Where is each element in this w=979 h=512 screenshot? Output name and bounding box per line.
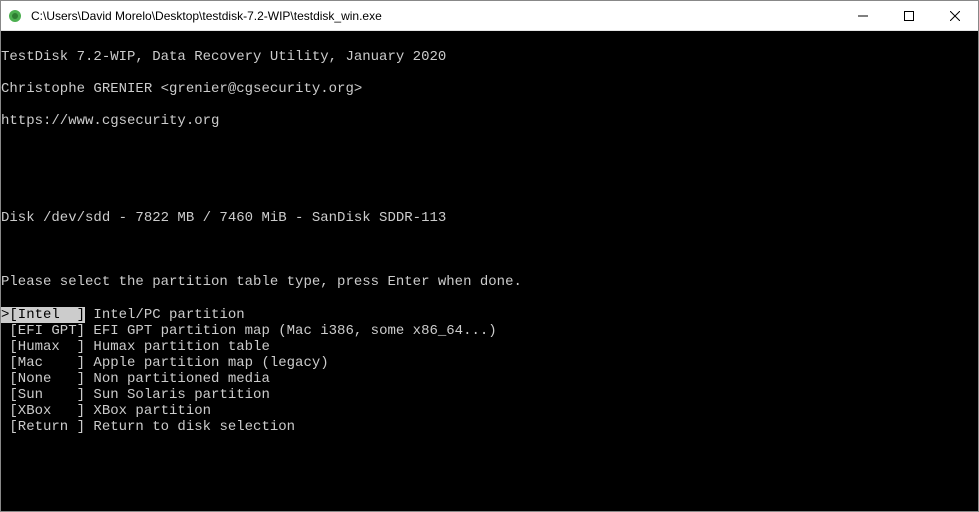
option-label: XBox partition: [85, 403, 211, 419]
option-bracket: >[Intel ]: [1, 307, 85, 323]
option-bracket: [Sun ]: [1, 387, 85, 403]
disk-info: Disk /dev/sdd - 7822 MB / 7460 MiB - San…: [1, 210, 978, 226]
option-bracket: [None ]: [1, 371, 85, 387]
minimize-icon: [858, 11, 868, 21]
header-line1: TestDisk 7.2-WIP, Data Recovery Utility,…: [1, 49, 978, 65]
blank-line: [1, 484, 978, 500]
window-title: C:\Users\David Morelo\Desktop\testdisk-7…: [29, 9, 840, 23]
option-label: Sun Solaris partition: [85, 387, 270, 403]
app-icon: [7, 8, 23, 24]
option-bracket: [Mac ]: [1, 355, 85, 371]
option-label: Return to disk selection: [85, 419, 295, 435]
partition-option[interactable]: [Mac ] Apple partition map (legacy): [1, 355, 978, 371]
option-label: Intel/PC partition: [85, 307, 245, 323]
blank-line: [1, 242, 978, 258]
partition-option[interactable]: >[Intel ] Intel/PC partition: [1, 307, 978, 323]
console-area[interactable]: TestDisk 7.2-WIP, Data Recovery Utility,…: [1, 31, 978, 511]
maximize-button[interactable]: [886, 1, 932, 30]
blank-line: [1, 451, 978, 467]
partition-option[interactable]: [Humax ] Humax partition table: [1, 339, 978, 355]
maximize-icon: [904, 11, 914, 21]
close-icon: [950, 11, 960, 21]
partition-option[interactable]: [Sun ] Sun Solaris partition: [1, 387, 978, 403]
option-label: Non partitioned media: [85, 371, 270, 387]
blank-line: [1, 178, 978, 194]
option-bracket: [Return ]: [1, 419, 85, 435]
titlebar: C:\Users\David Morelo\Desktop\testdisk-7…: [1, 1, 978, 31]
close-button[interactable]: [932, 1, 978, 30]
header-line2: Christophe GRENIER <grenier@cgsecurity.o…: [1, 81, 978, 97]
minimize-button[interactable]: [840, 1, 886, 30]
header-line3: https://www.cgsecurity.org: [1, 113, 978, 129]
options-list: >[Intel ] Intel/PC partition [EFI GPT] E…: [1, 307, 978, 436]
partition-option[interactable]: [None ] Non partitioned media: [1, 371, 978, 387]
blank-line: [1, 146, 978, 162]
partition-option[interactable]: [Return ] Return to disk selection: [1, 419, 978, 435]
option-bracket: [XBox ]: [1, 403, 85, 419]
option-bracket: [EFI GPT]: [1, 323, 85, 339]
partition-option[interactable]: [EFI GPT] EFI GPT partition map (Mac i38…: [1, 323, 978, 339]
option-label: EFI GPT partition map (Mac i386, some x8…: [85, 323, 497, 339]
prompt-text: Please select the partition table type, …: [1, 274, 978, 290]
option-label: Humax partition table: [85, 339, 270, 355]
partition-option[interactable]: [XBox ] XBox partition: [1, 403, 978, 419]
option-label: Apple partition map (legacy): [85, 355, 329, 371]
window-controls: [840, 1, 978, 30]
option-bracket: [Humax ]: [1, 339, 85, 355]
app-window: C:\Users\David Morelo\Desktop\testdisk-7…: [0, 0, 979, 512]
